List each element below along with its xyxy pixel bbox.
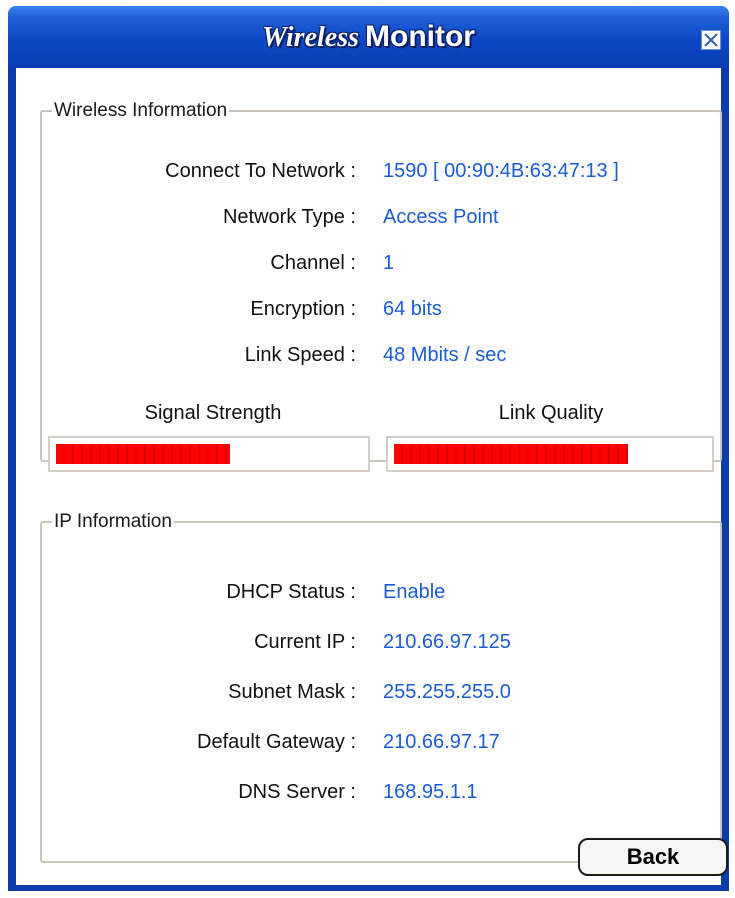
connect-to-network-value: 1590 [ 00:90:4B:63:47:13 ] xyxy=(383,160,619,182)
default-gateway-label: Default Gateway : xyxy=(197,731,356,753)
link-speed-label: Link Speed : xyxy=(244,344,356,366)
current-ip-value: 210.66.97.125 xyxy=(383,631,511,653)
wireless-information-group: Wireless Information Connect To Network … xyxy=(40,100,722,472)
connect-to-network-label: Connect To Network : xyxy=(165,160,356,182)
dhcp-status-value: Enable xyxy=(383,581,446,603)
signal-strength-bar xyxy=(56,444,230,464)
dhcp-status-label: DHCP Status : xyxy=(226,581,356,603)
dhcp-status-row: DHCP Status : Enable xyxy=(42,581,720,607)
back-button[interactable]: Back xyxy=(578,838,728,876)
dns-server-value: 168.95.1.1 xyxy=(383,781,478,803)
default-gateway-value: 210.66.97.17 xyxy=(383,731,500,753)
signal-strength-label: Signal Strength xyxy=(144,402,282,424)
link-quality-meter xyxy=(386,436,714,472)
ip-information-group: IP Information DHCP Status : Enable Curr… xyxy=(40,511,722,863)
wireless-information-legend: Wireless Information xyxy=(54,100,228,121)
link-speed-row: Link Speed : 48 Mbits / sec xyxy=(42,344,720,370)
title-wireless: Wireless xyxy=(262,22,359,53)
network-type-row: Network Type : Access Point xyxy=(42,206,720,232)
client-area: Wireless Information Connect To Network … xyxy=(16,68,728,885)
dns-server-row: DNS Server : 168.95.1.1 xyxy=(42,781,720,807)
subnet-mask-row: Subnet Mask : 255.255.255.0 xyxy=(42,681,720,707)
title-monitor: Monitor xyxy=(365,20,475,53)
encryption-row: Encryption : 64 bits xyxy=(42,298,720,324)
ip-information-legend: IP Information xyxy=(54,511,172,532)
link-quality-label: Link Quality xyxy=(498,402,604,424)
default-gateway-row: Default Gateway : 210.66.97.17 xyxy=(42,731,720,757)
link-speed-value: 48 Mbits / sec xyxy=(383,344,507,366)
subnet-mask-label: Subnet Mask : xyxy=(228,681,356,703)
signal-strength-meter xyxy=(48,436,370,472)
connect-to-network-row: Connect To Network : 1590 [ 00:90:4B:63:… xyxy=(42,160,720,186)
subnet-mask-value: 255.255.255.0 xyxy=(383,681,511,703)
network-type-label: Network Type : xyxy=(222,206,356,228)
network-type-value: Access Point xyxy=(383,206,499,228)
current-ip-label: Current IP : xyxy=(254,631,356,653)
close-icon xyxy=(704,33,718,47)
link-quality-bar xyxy=(394,444,628,464)
window-title: Wireless Monitor xyxy=(8,20,729,54)
encryption-value: 64 bits xyxy=(383,298,442,320)
channel-label: Channel : xyxy=(270,252,356,274)
title-bar[interactable]: Wireless Monitor xyxy=(8,6,729,68)
dns-server-label: DNS Server : xyxy=(238,781,356,803)
close-button[interactable] xyxy=(701,30,721,50)
encryption-label: Encryption : xyxy=(250,298,356,320)
current-ip-row: Current IP : 210.66.97.125 xyxy=(42,631,720,657)
channel-row: Channel : 1 xyxy=(42,252,720,278)
channel-value: 1 xyxy=(383,252,395,274)
wireless-monitor-window: Wireless Monitor Wireless Information Con… xyxy=(8,6,729,891)
